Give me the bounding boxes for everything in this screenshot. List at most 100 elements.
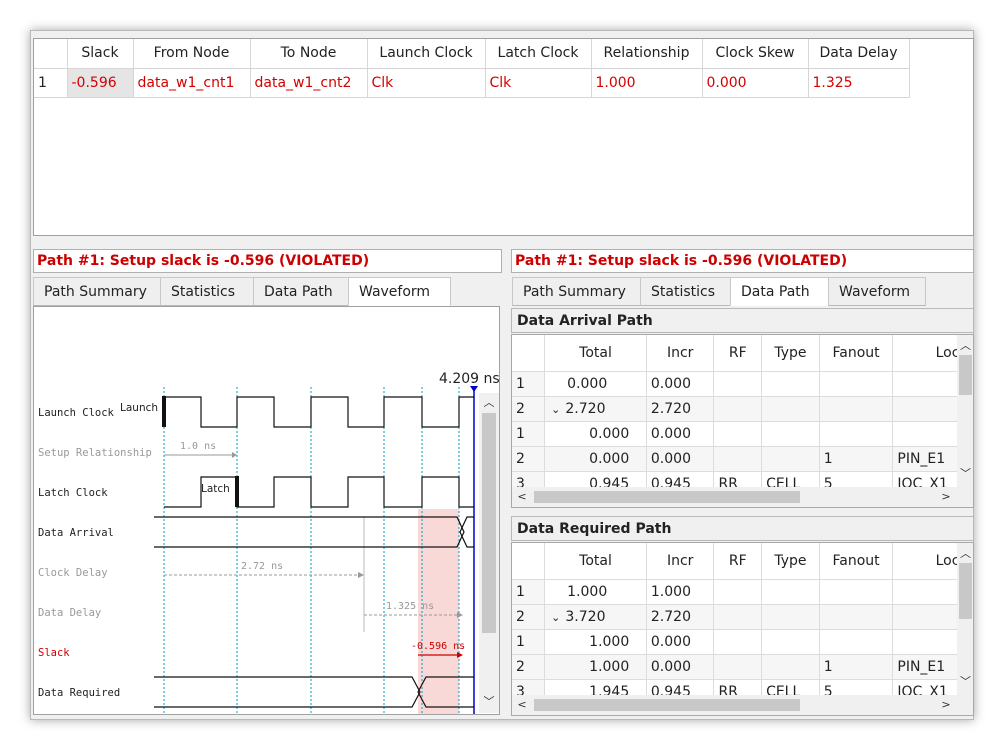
rf-cell xyxy=(713,371,763,397)
right-tab-bar: Path Summary Statistics Data Path Wavefo… xyxy=(512,277,926,306)
clock-skew-cell: 0.000 xyxy=(702,68,809,98)
left-tab-bar: Path Summary Statistics Data Path Wavefo… xyxy=(33,277,451,306)
incr-cell: 0.000 xyxy=(646,654,715,680)
col-header-fanout[interactable]: Fanout xyxy=(819,335,894,372)
col-header-relationship[interactable]: Relationship xyxy=(591,39,703,69)
required-path-title: Data Required Path xyxy=(511,516,974,541)
fanout-cell xyxy=(819,629,894,655)
tab-data-path[interactable]: Data Path xyxy=(730,277,829,306)
arrow-left-icon[interactable]: < xyxy=(516,698,528,712)
arrow-left-icon[interactable]: < xyxy=(516,490,528,504)
col-header-rf[interactable]: RF xyxy=(713,543,763,580)
rf-cell xyxy=(713,579,763,605)
arrival-path-table: Total Incr RF Type Fanout Loca 1 0.000 0… xyxy=(512,335,973,497)
rf-cell xyxy=(713,446,763,472)
rf-cell xyxy=(713,421,763,447)
arrow-down-icon[interactable]: ﹀ xyxy=(959,467,972,481)
type-cell xyxy=(761,396,820,422)
col-header-total[interactable]: Total xyxy=(544,335,647,372)
data-delay-label: 1.325 ns xyxy=(386,601,434,612)
table-row[interactable]: 2 1.000 0.000 1 PIN_E1 xyxy=(512,654,973,680)
tab-waveform[interactable]: Waveform xyxy=(348,277,451,306)
incr-cell: 0.000 xyxy=(646,371,715,397)
table-row[interactable]: 1 0.000 0.000 xyxy=(512,421,973,447)
col-header-index[interactable] xyxy=(512,335,546,372)
fanout-cell xyxy=(819,421,894,447)
latch-marker-label: Latch xyxy=(201,483,230,495)
tab-statistics[interactable]: Statistics xyxy=(640,277,731,306)
tab-data-path[interactable]: Data Path xyxy=(253,277,349,306)
required-hscroll-thumb[interactable] xyxy=(534,699,800,711)
col-header-index[interactable] xyxy=(34,39,68,69)
table-row[interactable]: 1 0.000 0.000 xyxy=(512,371,973,397)
table-row[interactable]: 1 1.000 1.000 xyxy=(512,579,973,605)
col-header-type[interactable]: Type xyxy=(761,335,820,372)
col-header-launch-clock[interactable]: Launch Clock xyxy=(367,39,486,69)
arrow-up-icon[interactable]: ︿ xyxy=(482,396,496,410)
summary-header-row: Slack From Node To Node Launch Clock Lat… xyxy=(34,39,910,69)
tab-path-summary[interactable]: Path Summary xyxy=(33,277,161,306)
waveform-scroll-thumb[interactable] xyxy=(482,413,496,633)
row-index: 1 xyxy=(34,68,68,98)
col-header-incr[interactable]: Incr xyxy=(646,335,715,372)
required-vscroll-thumb[interactable] xyxy=(959,563,972,619)
signal-label-setup-relationship: Setup Relationship xyxy=(38,447,152,459)
chevron-down-icon[interactable]: ⌄ xyxy=(551,611,560,624)
arrival-hscroll-thumb[interactable] xyxy=(534,491,800,503)
col-header-slack[interactable]: Slack xyxy=(67,39,134,69)
row-index: 1 xyxy=(512,371,546,397)
from-node-cell: data_w1_cnt1 xyxy=(133,68,251,98)
arrival-path-panel: Total Incr RF Type Fanout Loca 1 0.000 0… xyxy=(511,334,974,508)
row-index: 2 xyxy=(512,654,546,680)
arrival-vscroll-thumb[interactable] xyxy=(959,355,972,395)
tab-path-summary[interactable]: Path Summary xyxy=(512,277,641,306)
arrival-horizontal-scrollbar[interactable]: < > xyxy=(512,487,973,507)
col-header-to-node[interactable]: To Node xyxy=(250,39,368,69)
incr-cell: 1.000 xyxy=(646,579,715,605)
type-cell xyxy=(761,579,820,605)
arrival-vertical-scrollbar[interactable]: ︿ ﹀ xyxy=(957,335,973,487)
latch-edge-marker xyxy=(235,476,239,507)
arrow-down-icon[interactable]: ﹀ xyxy=(959,675,972,689)
arrow-down-icon[interactable]: ﹀ xyxy=(482,695,496,709)
setup-relationship-label: 1.0 ns xyxy=(180,441,216,452)
table-row[interactable]: 2 ⌄ 2.720 2.720 xyxy=(512,396,973,422)
col-header-incr[interactable]: Incr xyxy=(646,543,715,580)
arrow-up-icon[interactable]: ︿ xyxy=(959,547,972,561)
table-row[interactable]: 1 1.000 0.000 xyxy=(512,629,973,655)
col-header-total[interactable]: Total xyxy=(544,543,647,580)
required-vertical-scrollbar[interactable]: ︿ ﹀ xyxy=(957,543,973,695)
signal-label-slack: Slack xyxy=(38,647,70,659)
slack-region xyxy=(418,509,459,714)
rf-cell xyxy=(713,604,763,630)
fanout-cell: 1 xyxy=(819,446,894,472)
arrow-right-icon[interactable]: > xyxy=(940,490,952,504)
col-header-from-node[interactable]: From Node xyxy=(133,39,251,69)
signal-label-data-required: Data Required xyxy=(38,687,120,699)
chevron-down-icon[interactable]: ⌄ xyxy=(551,403,560,416)
required-horizontal-scrollbar[interactable]: < > xyxy=(512,695,973,715)
arrow-right-icon[interactable]: > xyxy=(940,698,952,712)
latch-clock-cell: Clk xyxy=(485,68,592,98)
col-header-rf[interactable]: RF xyxy=(713,335,763,372)
table-row[interactable]: 2 ⌄ 3.720 2.720 xyxy=(512,604,973,630)
rf-cell xyxy=(713,629,763,655)
col-header-index[interactable] xyxy=(512,543,546,580)
col-header-fanout[interactable]: Fanout xyxy=(819,543,894,580)
tab-statistics[interactable]: Statistics xyxy=(160,277,254,306)
required-path-table: Total Incr RF Type Fanout Loca 1 1.000 1… xyxy=(512,543,973,705)
end-time-label: 4.209 ns xyxy=(439,371,500,387)
arrow-up-icon[interactable]: ︿ xyxy=(959,339,972,353)
signal-label-data-arrival: Data Arrival xyxy=(38,527,114,539)
col-header-latch-clock[interactable]: Latch Clock xyxy=(485,39,592,69)
table-row[interactable]: 1 -0.596 data_w1_cnt1 data_w1_cnt2 Clk C… xyxy=(34,68,910,98)
tab-waveform[interactable]: Waveform xyxy=(828,277,926,306)
table-row[interactable]: 2 0.000 0.000 1 PIN_E1 xyxy=(512,446,973,472)
signal-labels: Launch Clock Setup Relationship Latch Cl… xyxy=(38,407,152,699)
waveform-vertical-scrollbar[interactable]: ︿ ﹀ xyxy=(479,393,499,713)
signal-label-launch-clock: Launch Clock xyxy=(38,407,115,419)
col-header-data-delay[interactable]: Data Delay xyxy=(808,39,910,69)
total-cell: 1.000 xyxy=(544,579,647,605)
col-header-type[interactable]: Type xyxy=(761,543,820,580)
col-header-clock-skew[interactable]: Clock Skew xyxy=(702,39,809,69)
